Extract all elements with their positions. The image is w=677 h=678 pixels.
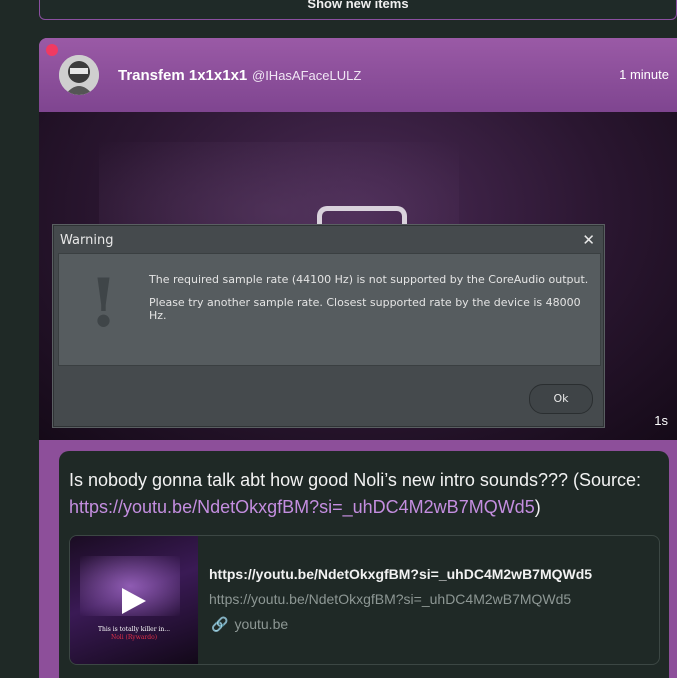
- show-new-items-button[interactable]: Show new items: [39, 0, 677, 20]
- warning-dialog: Warning ✕ ! The required sample rate (44…: [53, 225, 604, 427]
- dialog-message-line-1: The required sample rate (44100 Hz) is n…: [149, 273, 589, 286]
- link-icon: 🔗: [211, 616, 229, 632]
- thumbnail-caption: This is totally killer in...: [97, 626, 171, 633]
- link-domain-text: youtu.be: [234, 616, 289, 632]
- post-text-prefix: Is nobody gonna talk abt how good Noli’s…: [69, 470, 642, 490]
- link-domain: 🔗 youtu.be: [211, 616, 288, 633]
- link-preview-card[interactable]: This is totally killer in... Noli (Rywar…: [69, 535, 660, 665]
- author-name[interactable]: Transfem 1x1x1x1: [118, 67, 247, 84]
- link-title[interactable]: https://youtu.be/NdetOkxgfBM?si=_uhDC4M2…: [209, 566, 592, 582]
- dialog-body: ! The required sample rate (44100 Hz) is…: [58, 253, 601, 366]
- dialog-message-line-2: Please try another sample rate. Closest …: [149, 296, 581, 322]
- dialog-title: Warning: [60, 233, 114, 248]
- author-handle[interactable]: @IHasAFaceLULZ: [252, 68, 361, 83]
- post-text: Is nobody gonna talk abt how good Noli’s…: [69, 467, 659, 521]
- thumbnail-caption-name: Noli (Rywardo): [110, 634, 158, 641]
- play-icon[interactable]: [122, 588, 146, 614]
- close-icon[interactable]: ✕: [582, 231, 595, 249]
- post-body: Is nobody gonna talk abt how good Noli’s…: [59, 451, 669, 678]
- post-timestamp[interactable]: 1 minute: [619, 67, 669, 82]
- link-description: https://youtu.be/NdetOkxgfBM?si=_uhDC4M2…: [209, 591, 572, 607]
- ok-button[interactable]: Ok: [529, 384, 593, 414]
- warning-icon: !: [89, 264, 118, 342]
- media-duration: 1s: [654, 413, 668, 428]
- source-link[interactable]: https://youtu.be/NdetOkxgfBM?si=_uhDC4M2…: [69, 497, 535, 517]
- avatar[interactable]: [59, 55, 99, 95]
- link-thumbnail[interactable]: This is totally killer in... Noli (Rywar…: [70, 536, 198, 664]
- post-header: Transfem 1x1x1x1 @IHasAFaceLULZ 1 minute: [39, 38, 677, 112]
- post-text-suffix: ): [534, 497, 541, 517]
- unread-indicator: [46, 44, 58, 56]
